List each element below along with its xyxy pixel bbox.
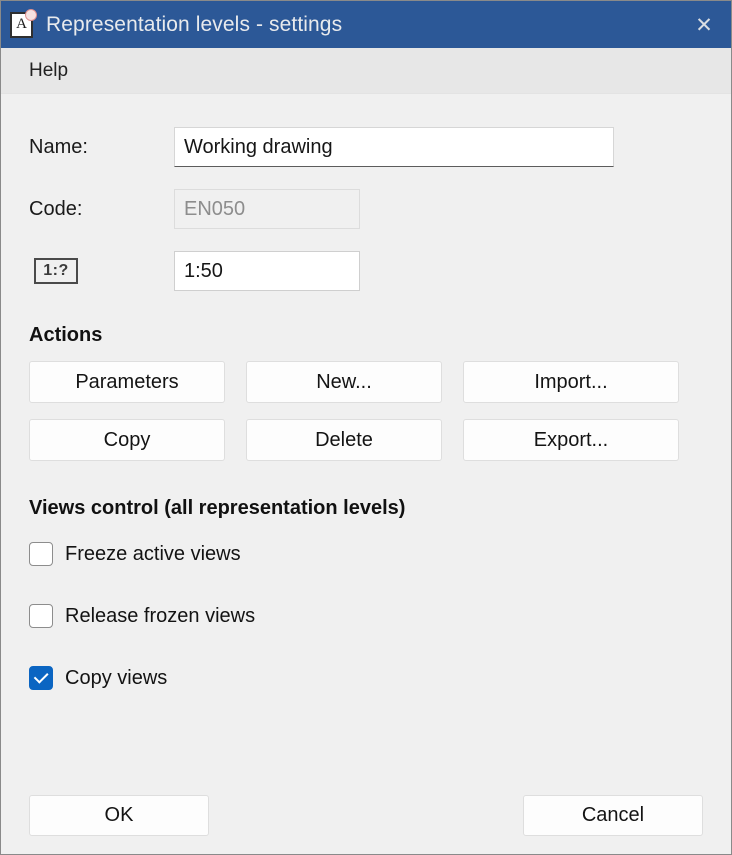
settings-dialog-window: A Representation levels - settings ✕ Hel… (0, 0, 732, 855)
checkbox-copy-views-box[interactable] (29, 666, 53, 690)
scale-label-wrap: 1:? (29, 258, 174, 284)
checkbox-copy-views[interactable]: Copy views (29, 662, 703, 694)
checkbox-release-frozen-views-box[interactable] (29, 604, 53, 628)
parameters-button[interactable]: Parameters (29, 361, 225, 403)
export-button[interactable]: Export... (463, 419, 679, 461)
title-bar: A Representation levels - settings ✕ (1, 1, 731, 48)
scale-field-row: 1:? (29, 250, 703, 292)
checkbox-release-frozen-views-label: Release frozen views (65, 604, 256, 627)
actions-button-grid: Parameters New... Import... Copy Delete … (29, 361, 679, 461)
checkbox-freeze-active-views-box[interactable] (29, 542, 53, 566)
copy-button[interactable]: Copy (29, 419, 225, 461)
delete-button[interactable]: Delete (246, 419, 442, 461)
new-button[interactable]: New... (246, 361, 442, 403)
checkbox-release-frozen-views[interactable]: Release frozen views (29, 600, 703, 632)
views-control-section-title: Views control (all representation levels… (29, 497, 406, 519)
close-icon[interactable]: ✕ (677, 1, 731, 48)
name-input[interactable] (174, 127, 614, 167)
ok-button[interactable]: OK (29, 794, 209, 836)
cancel-button[interactable]: Cancel (523, 794, 703, 836)
scale-input[interactable] (174, 251, 360, 291)
dialog-footer: OK Cancel (1, 776, 731, 854)
name-label: Name: (29, 135, 88, 158)
code-label: Code: (29, 197, 83, 220)
dialog-content: Name: Code: 1:? Actions Parameters New..… (1, 94, 731, 776)
scale-ratio-icon[interactable]: 1:? (34, 258, 78, 284)
checkbox-copy-views-label: Copy views (65, 666, 168, 689)
actions-section-title: Actions (29, 324, 103, 346)
window-title: Representation levels - settings (46, 12, 343, 36)
code-input (174, 189, 360, 229)
menu-item-help[interactable]: Help (17, 56, 80, 86)
import-button[interactable]: Import... (463, 361, 679, 403)
checkbox-freeze-active-views[interactable]: Freeze active views (29, 538, 703, 570)
menu-bar: Help (1, 48, 731, 94)
app-icon-badge (25, 8, 37, 21)
document-a-icon: A (10, 8, 37, 39)
checkbox-freeze-active-views-label: Freeze active views (65, 542, 241, 565)
code-field-row: Code: (29, 188, 703, 230)
name-field-row: Name: (29, 126, 703, 168)
